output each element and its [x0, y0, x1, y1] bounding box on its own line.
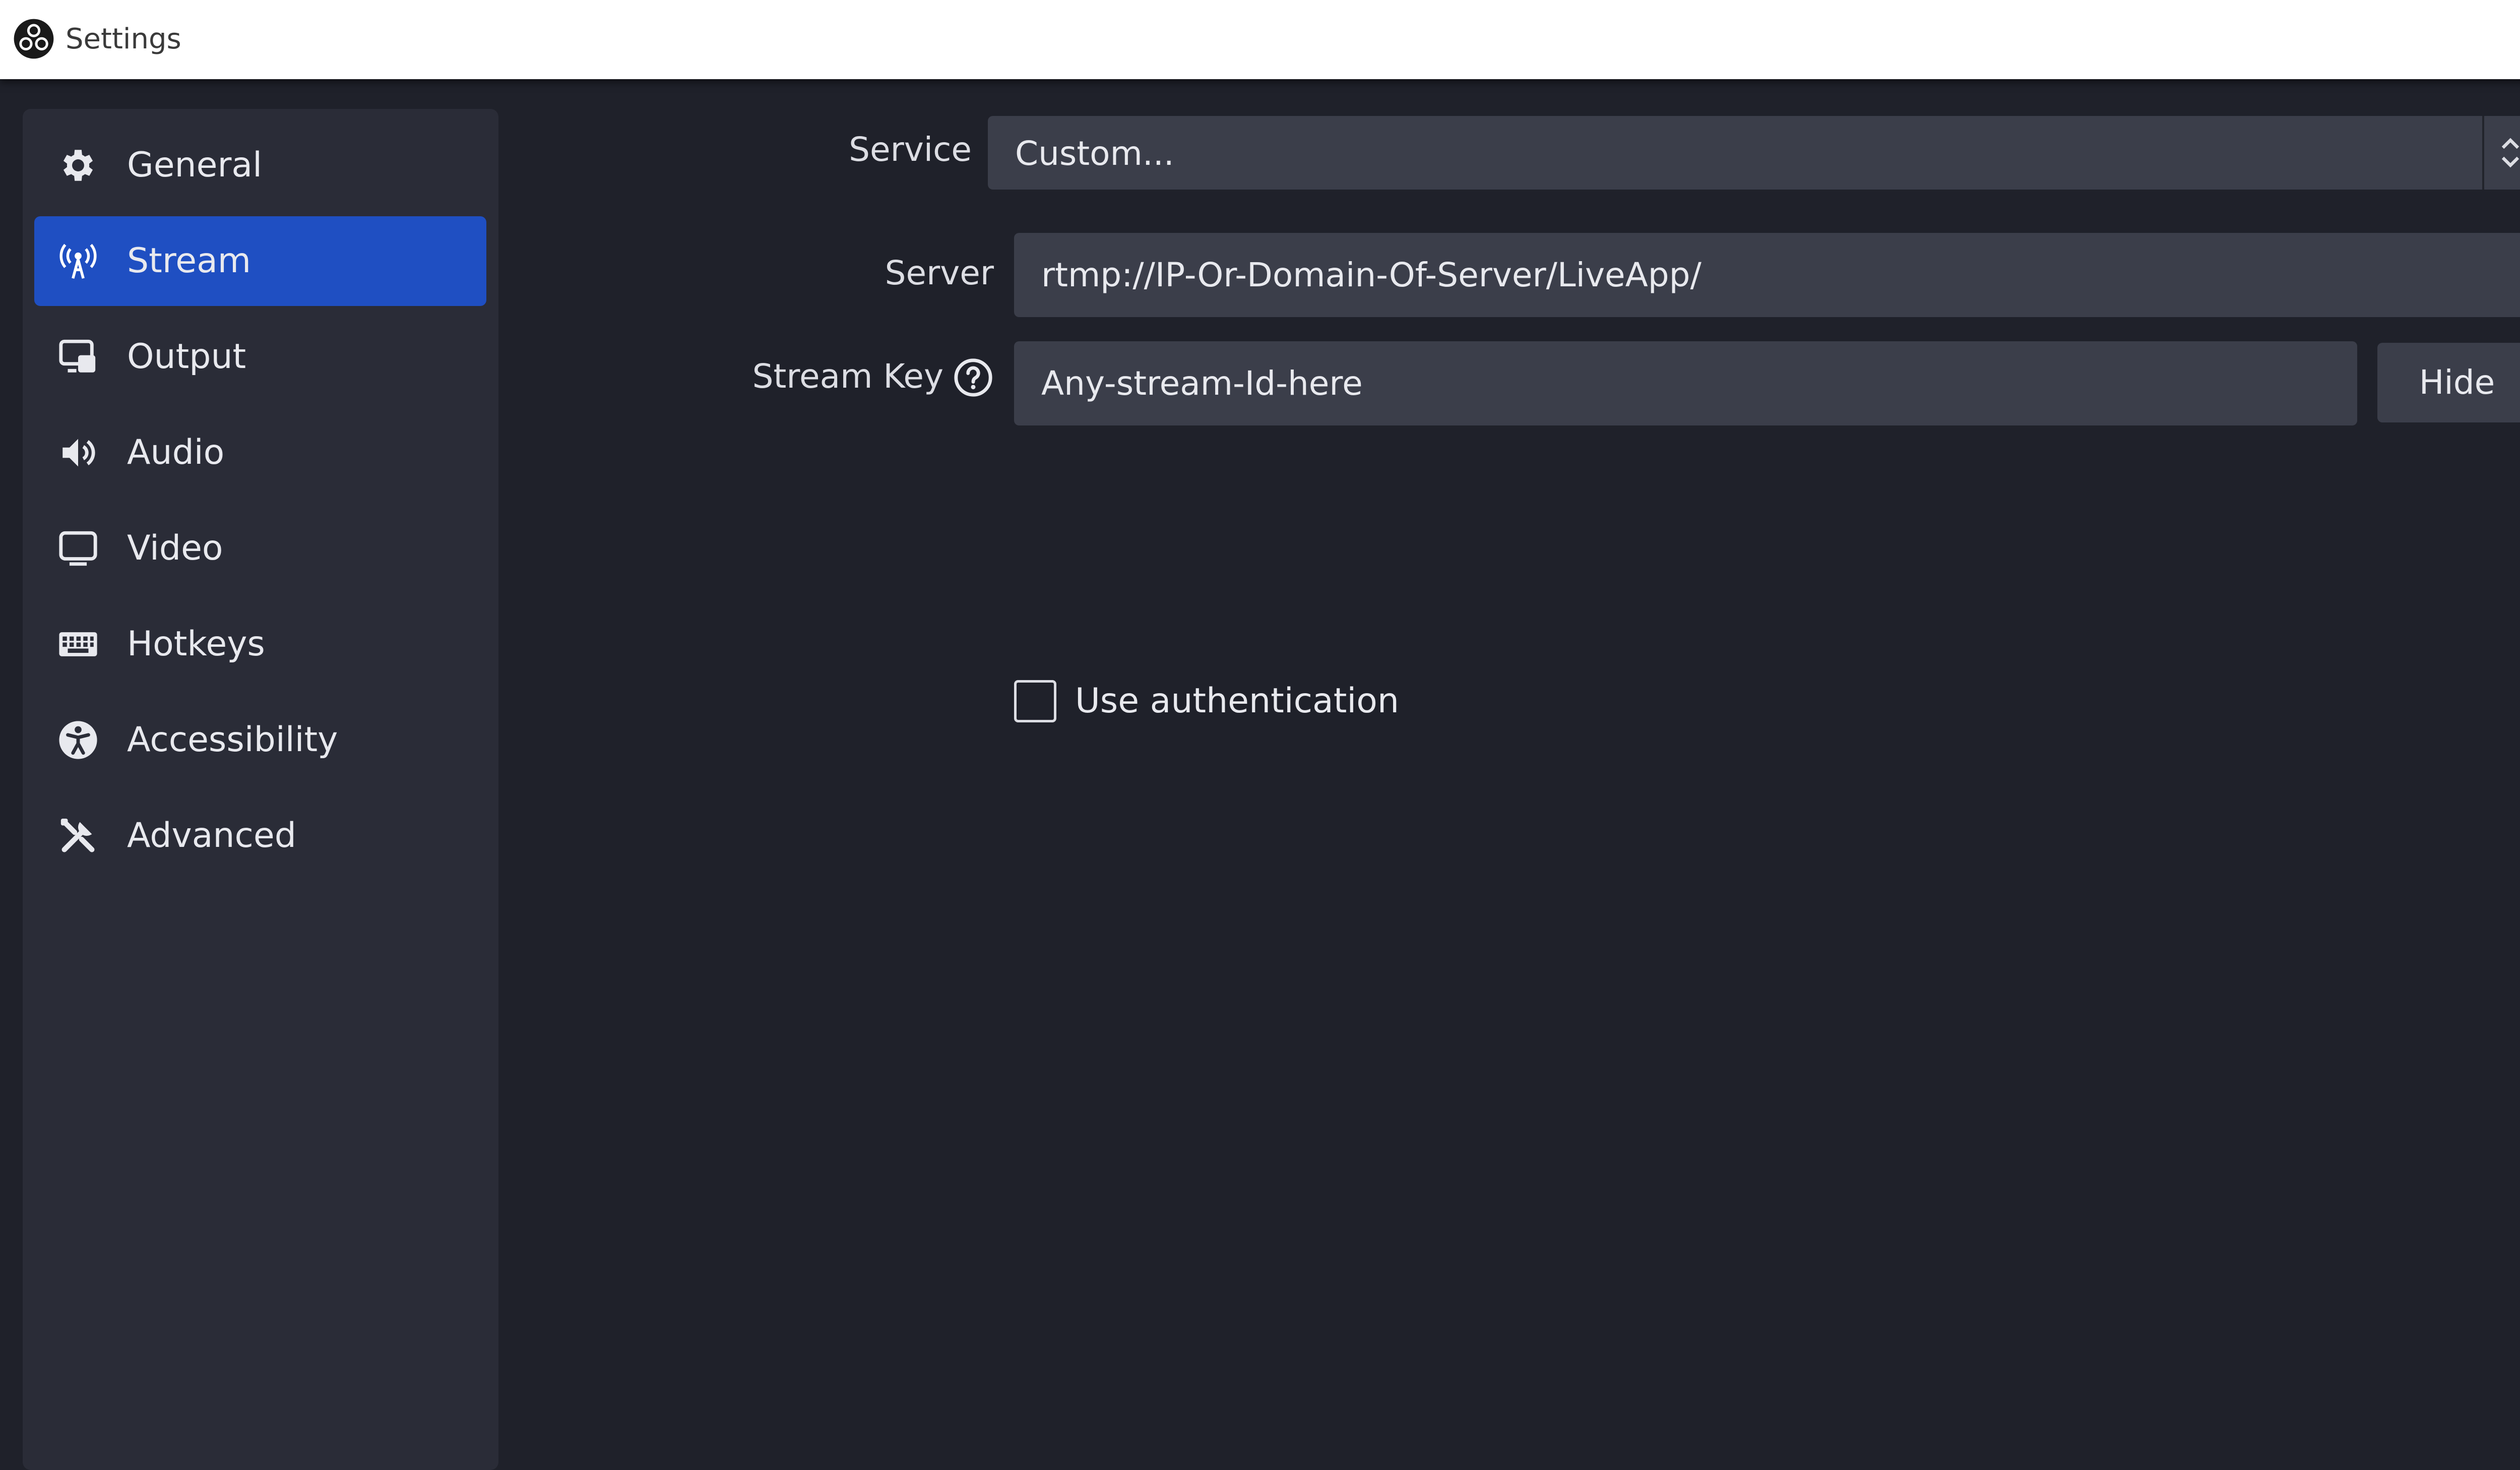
chevron-up-down-icon[interactable] — [2497, 130, 2520, 175]
sidebar-item-label: General — [127, 145, 262, 185]
output-icon — [59, 339, 96, 373]
sidebar-item-label: Advanced — [127, 816, 296, 855]
sidebar-item-label: Hotkeys — [127, 624, 265, 664]
keyboard-icon — [59, 632, 97, 656]
stream-key-input[interactable] — [1014, 341, 2357, 425]
window-title: Settings — [66, 23, 181, 55]
help-icon[interactable] — [953, 357, 994, 398]
settings-sidebar: General Stream Output Audio Video Hotkey… — [23, 109, 498, 1470]
select-divider — [2482, 116, 2484, 190]
gear-icon — [63, 150, 93, 181]
sidebar-item-label: Video — [127, 528, 223, 568]
sidebar-item-accessibility[interactable]: Accessibility — [34, 695, 486, 785]
sidebar-item-audio[interactable]: Audio — [34, 408, 486, 498]
service-select[interactable]: Custom... — [988, 116, 2520, 190]
server-input[interactable] — [1014, 233, 2520, 317]
sidebar-item-label: Accessibility — [127, 720, 338, 760]
sidebar-item-stream[interactable]: Stream — [34, 216, 486, 306]
stream-key-label: Stream Key — [752, 357, 943, 396]
sidebar-item-output[interactable]: Output — [34, 312, 486, 402]
sidebar-item-video[interactable]: Video — [34, 504, 486, 593]
sidebar-item-hotkeys[interactable]: Hotkeys — [34, 599, 486, 689]
service-label: Service — [849, 130, 972, 169]
sidebar-item-label: Output — [127, 337, 246, 377]
antenna-icon — [59, 243, 97, 279]
speaker-icon — [62, 439, 95, 467]
accessibility-icon — [59, 721, 97, 759]
use-authentication-checkbox[interactable] — [1014, 680, 1056, 722]
sidebar-item-label: Audio — [127, 433, 225, 472]
sidebar-item-label: Stream — [127, 241, 251, 281]
server-label: Server — [885, 254, 994, 292]
title-bar: Settings — [0, 0, 2520, 79]
use-authentication-label[interactable]: Use authentication — [1075, 679, 1399, 724]
sidebar-item-advanced[interactable]: Advanced — [34, 791, 486, 881]
obs-logo-icon — [14, 19, 54, 59]
tools-icon — [60, 818, 95, 852]
settings-window: Settings General Stream Output Audio Vid… — [0, 0, 2520, 1470]
service-select-value: Custom... — [1015, 134, 1174, 173]
sidebar-item-general[interactable]: General — [34, 120, 486, 210]
hide-button[interactable]: Hide — [2377, 343, 2520, 422]
monitor-icon — [59, 531, 97, 566]
